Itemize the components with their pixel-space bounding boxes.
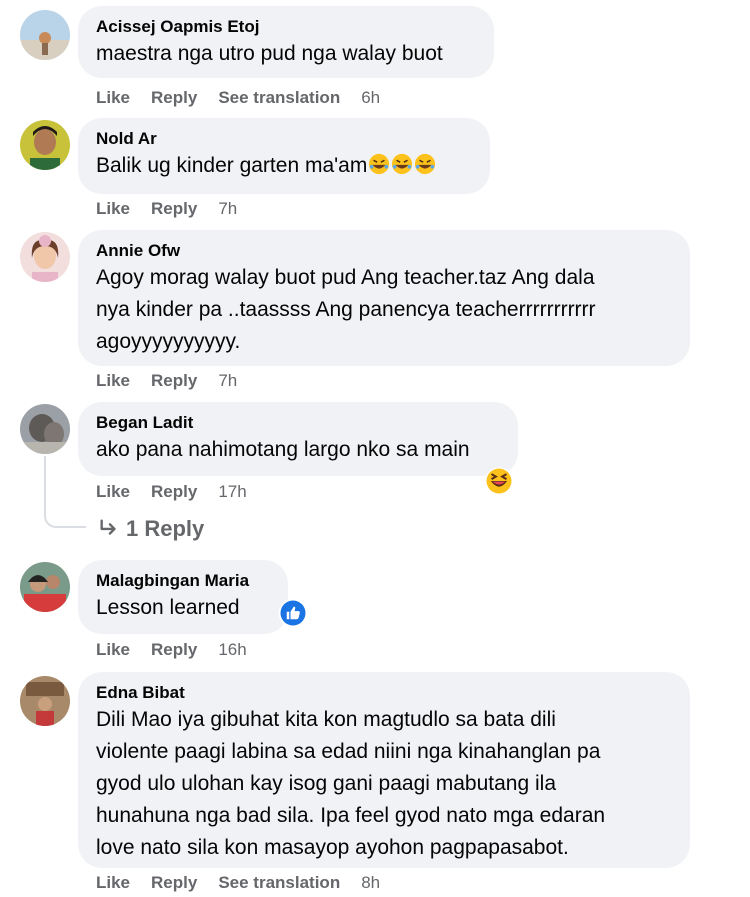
reply-button[interactable]: Reply: [151, 873, 197, 892]
like-button[interactable]: Like: [96, 371, 130, 390]
reply-button[interactable]: Reply: [151, 88, 197, 107]
like-reaction-icon[interactable]: [278, 598, 308, 628]
like-button[interactable]: Like: [96, 482, 130, 501]
comment-bubble: Edna Bibat Dili Mao iya gibuhat kita kon…: [78, 672, 690, 868]
comment-bubble: Nold Ar Balik ug kinder garten ma'am: [78, 118, 490, 194]
rolling-on-floor-laughing-emoji: [392, 153, 413, 175]
comment-text-line: agoyyyyyyyyyy.: [96, 330, 241, 353]
avatar[interactable]: [20, 404, 70, 454]
comment-bubble: Began Ladit ako pana nahimotang largo nk…: [78, 402, 518, 476]
comment-timestamp[interactable]: 8h: [361, 873, 380, 892]
reply-button[interactable]: Reply: [151, 482, 197, 501]
comment-text: maestra nga utro pud nga walay buot: [96, 42, 443, 65]
comment-actions: Like Reply 17h: [96, 482, 268, 502]
comment-bubble: Malagbingan Maria Lesson learned: [78, 560, 288, 634]
like-button[interactable]: Like: [96, 640, 130, 659]
comment-text-line: Dili Mao iya gibuhat kita kon magtudlo s…: [96, 708, 556, 731]
replies-count[interactable]: 1 Reply: [126, 516, 204, 541]
comment-actions: Like Reply 7h: [96, 199, 258, 219]
comment-text-line: gyod ulo ulohan kay isog gani paagi mabu…: [96, 772, 557, 795]
comment-actions: Like Reply See translation 6h: [96, 88, 401, 108]
comment-bubble: Annie Ofw Agoy morag walay buot pud Ang …: [78, 230, 690, 366]
rolling-on-floor-laughing-emoji: [369, 153, 390, 175]
view-replies-link[interactable]: 1 Reply: [98, 516, 204, 542]
like-button[interactable]: Like: [96, 88, 130, 107]
reply-thread-line: [44, 456, 86, 528]
reply-button[interactable]: Reply: [151, 640, 197, 659]
avatar[interactable]: [20, 10, 70, 60]
see-translation-button[interactable]: See translation: [218, 873, 340, 892]
comment-text-line: love nato sila kon masayop ayohon pagpap…: [96, 836, 569, 859]
comment-actions: Like Reply 16h: [96, 640, 268, 660]
comment-text-line: hunahuna nga bad sila. Ipa feel gyod nat…: [96, 804, 606, 827]
comment-author[interactable]: Annie Ofw: [96, 240, 672, 262]
comment-text-line: nya kinder pa ..taassss Ang panencya tea…: [96, 298, 596, 321]
see-translation-button[interactable]: See translation: [218, 88, 340, 107]
reply-arrow-icon: [100, 519, 116, 535]
comment-text: Balik ug kinder garten ma'am: [96, 150, 472, 182]
avatar[interactable]: [20, 562, 70, 612]
reply-button[interactable]: Reply: [151, 371, 197, 390]
comment-timestamp[interactable]: 16h: [218, 640, 246, 659]
avatar[interactable]: [20, 676, 70, 726]
like-button[interactable]: Like: [96, 199, 130, 218]
comment-text-line: violente paagi labina sa edad niini nga …: [96, 740, 601, 763]
comment-text: ako pana nahimotang largo nko sa main: [96, 438, 470, 461]
comment-text-line: Agoy morag walay buot pud Ang teacher.ta…: [96, 266, 595, 289]
comment-actions: Like Reply See translation 8h: [96, 873, 401, 893]
comment-timestamp[interactable]: 6h: [361, 88, 380, 107]
comment-timestamp[interactable]: 7h: [218, 371, 237, 390]
comment-actions: Like Reply 7h: [96, 371, 258, 391]
comment-bubble: Acissej Oapmis Etoj maestra nga utro pud…: [78, 6, 494, 78]
comment-author[interactable]: Began Ladit: [96, 412, 500, 434]
like-button[interactable]: Like: [96, 873, 130, 892]
avatar[interactable]: [20, 232, 70, 282]
comment-author[interactable]: Acissej Oapmis Etoj: [96, 16, 476, 38]
comment-author[interactable]: Nold Ar: [96, 128, 472, 150]
comment-timestamp[interactable]: 7h: [218, 199, 237, 218]
haha-reaction-icon[interactable]: [484, 466, 514, 496]
comment-timestamp[interactable]: 17h: [218, 482, 246, 501]
reply-button[interactable]: Reply: [151, 199, 197, 218]
comment-author[interactable]: Malagbingan Maria: [96, 570, 270, 592]
comment-text: Lesson learned: [96, 596, 240, 619]
comment-text-content: Balik ug kinder garten ma'am: [96, 154, 368, 177]
comment-author[interactable]: Edna Bibat: [96, 682, 672, 704]
avatar[interactable]: [20, 120, 70, 170]
rolling-on-floor-laughing-emoji: [415, 153, 436, 175]
